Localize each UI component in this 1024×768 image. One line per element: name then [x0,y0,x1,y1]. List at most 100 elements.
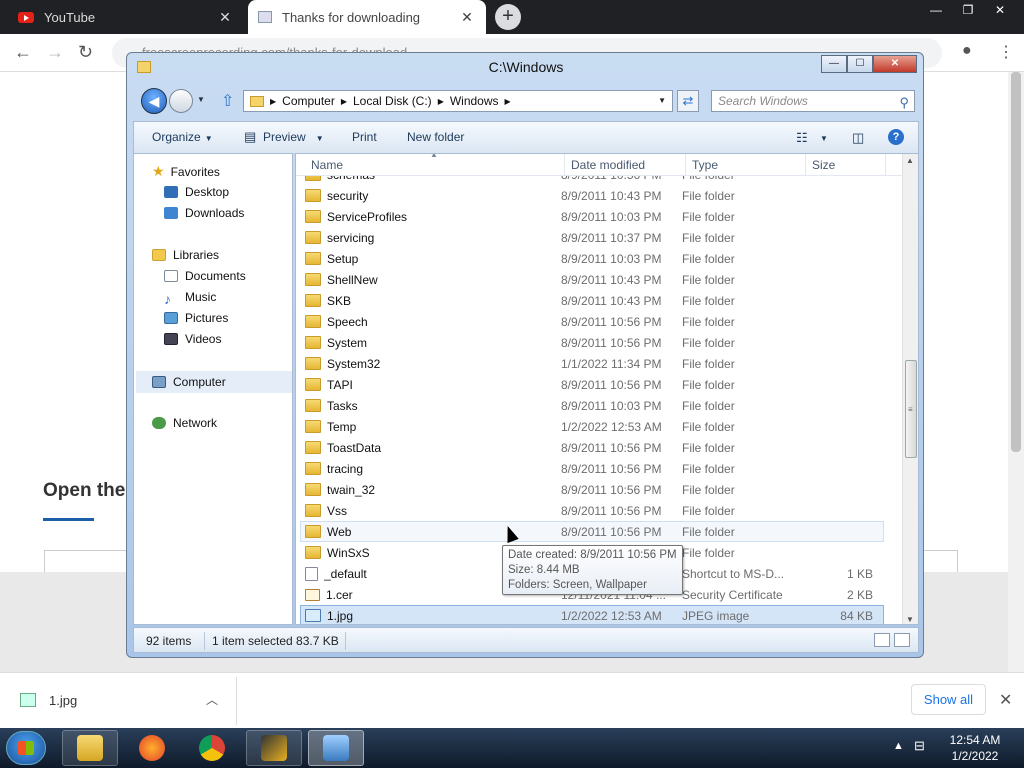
file-row[interactable]: Vss 8/9/2011 10:56 PM File folder [300,500,884,521]
breadcrumb-computer[interactable]: Computer [282,94,335,108]
back-arrow-icon[interactable]: ← [14,42,32,63]
nav-pictures[interactable]: Pictures [164,311,228,325]
close-icon[interactable]: ✕ [999,690,1012,710]
tab-youtube[interactable]: YouTube ✕ [8,0,244,34]
chevron-up-icon[interactable]: ︿ [206,691,218,708]
tab-close-icon[interactable]: ✕ [216,9,234,26]
file-row[interactable]: tracing 8/9/2011 10:56 PM File folder [300,458,884,479]
minimize-button[interactable]: — [821,55,847,73]
chevron-right-icon[interactable]: ▶ [270,97,276,106]
chevron-right-icon[interactable]: ▶ [438,97,444,106]
clock[interactable]: 12:54 AM 1/2/2022 [940,732,1010,764]
nav-libraries[interactable]: Libraries [152,248,219,262]
file-date: 8/9/2011 10:56 PM [561,461,662,476]
profile-avatar-icon[interactable]: ● [962,42,972,60]
new-tab-button[interactable]: + [495,4,521,30]
nav-favorites[interactable]: ★ Favorites [152,163,220,180]
search-input[interactable]: Search Windows ⚲ [711,90,915,112]
download-item[interactable]: 1.jpg [49,693,77,708]
organize-button[interactable]: Organize ▼ [152,130,213,144]
new-folder-button[interactable]: New folder [407,130,464,144]
breadcrumb-local-disk[interactable]: Local Disk (C:) [353,94,432,108]
nav-downloads[interactable]: Downloads [164,206,244,220]
taskbar-firefox[interactable] [124,730,180,766]
taskbar-setup[interactable] [308,730,364,766]
menu-kebab-icon[interactable]: ⋮ [998,42,1014,62]
preview-pane-icon[interactable]: ◫ [852,130,864,146]
taskbar-file-explorer[interactable] [62,730,118,766]
column-date-modified[interactable]: Date modified [571,158,645,172]
start-button[interactable] [6,731,46,765]
chevron-right-icon[interactable]: ▶ [505,97,511,106]
file-list-scrollbar[interactable]: ▲ ≡ ▼ [902,154,918,624]
file-row[interactable]: ToastData 8/9/2011 10:56 PM File folder [300,437,884,458]
file-row[interactable]: Speech 8/9/2011 10:56 PM File folder [300,311,884,332]
column-name[interactable]: Name [311,158,343,172]
details-view-button[interactable] [874,633,890,647]
file-row[interactable]: ShellNew 8/9/2011 10:43 PM File folder [300,269,884,290]
close-button[interactable]: ✕ [986,2,1014,18]
nav-music[interactable]: ♪ Music [164,290,216,307]
tab-close-icon[interactable]: ✕ [458,9,476,26]
back-button[interactable]: ◀ [141,88,167,114]
nav-documents[interactable]: Documents [164,269,246,283]
nav-computer[interactable]: Computer [136,371,292,393]
file-row[interactable]: Temp 1/2/2022 12:53 AM File folder [300,416,884,437]
forward-arrow-icon[interactable]: → [46,42,64,63]
column-divider[interactable] [564,154,565,176]
file-row[interactable]: twain_32 8/9/2011 10:56 PM File folder [300,479,884,500]
chevron-down-icon[interactable]: ▼ [197,95,205,104]
print-button[interactable]: Print [352,130,377,144]
forward-button[interactable] [169,89,193,113]
maximize-button[interactable]: ☐ [847,55,873,73]
file-row[interactable]: SKB 8/9/2011 10:43 PM File folder [300,290,884,311]
file-row[interactable]: Web 8/9/2011 10:56 PM File folder [300,521,884,542]
file-row[interactable]: System 8/9/2011 10:56 PM File folder [300,332,884,353]
file-row[interactable]: Tasks 8/9/2011 10:03 PM File folder [300,395,884,416]
column-divider[interactable] [805,154,806,176]
nav-videos[interactable]: Videos [164,332,221,346]
column-type[interactable]: Type [692,158,718,172]
file-row[interactable]: schemas8/9/2011 10:56 PMFile folder [300,176,884,185]
file-row[interactable]: System32 1/1/2022 11:34 PM File folder [300,353,884,374]
file-row[interactable]: Setup 8/9/2011 10:03 PM File folder [300,248,884,269]
view-options-icon[interactable]: ☷ [796,130,808,146]
reload-icon[interactable]: ↻ [78,42,93,63]
help-button[interactable]: ? [888,129,904,145]
preview-button[interactable]: Preview ▼ [263,130,324,144]
file-row[interactable]: security 8/9/2011 10:43 PM File folder [300,185,884,206]
page-scrollbar[interactable] [1008,72,1024,672]
scroll-thumb[interactable]: ≡ [905,360,917,458]
column-divider[interactable] [685,154,686,176]
file-row[interactable]: servicing 8/9/2011 10:37 PM File folder [300,227,884,248]
chevron-right-icon[interactable]: ▶ [341,97,347,106]
column-size[interactable]: Size [812,158,835,172]
taskbar-chrome[interactable] [184,730,240,766]
column-divider[interactable] [885,154,886,176]
file-row[interactable]: TAPI 8/9/2011 10:56 PM File folder [300,374,884,395]
address-bar[interactable]: ▶ Computer ▶ Local Disk (C:) ▶ Windows ▶… [243,90,673,112]
search-icon[interactable]: ⚲ [899,93,909,113]
file-name: ShellNew [327,272,378,287]
minimize-button[interactable]: — [922,2,950,18]
scroll-up-icon[interactable]: ▲ [906,156,914,165]
chevron-down-icon[interactable]: ▼ [658,96,666,105]
nav-desktop[interactable]: Desktop [164,185,229,199]
chevron-down-icon[interactable]: ▼ [820,134,828,143]
refresh-button[interactable]: ⇄ [677,90,699,112]
taskbar-winamp[interactable] [246,730,302,766]
tray-expand-icon[interactable]: ▲ [893,740,904,752]
scroll-down-icon[interactable]: ▼ [906,615,914,624]
network-tray-icon[interactable]: ⊟ [914,738,925,754]
file-row[interactable]: 1.jpg 1/2/2022 12:53 AM JPEG image 84 KB [300,605,884,624]
large-icons-view-button[interactable] [894,633,910,647]
restore-button[interactable]: ❐ [954,2,982,18]
close-button[interactable]: ✕ [873,55,917,73]
tab-thanks-for-downloading[interactable]: Thanks for downloading ✕ [248,0,486,34]
file-row[interactable]: ServiceProfiles 8/9/2011 10:03 PM File fol… [300,206,884,227]
page-scroll-thumb[interactable] [1011,72,1021,452]
show-all-button[interactable]: Show all [911,684,986,715]
nav-network[interactable]: Network [152,416,217,430]
up-arrow-icon[interactable]: ⇧ [221,91,234,111]
breadcrumb-windows[interactable]: Windows [450,94,499,108]
